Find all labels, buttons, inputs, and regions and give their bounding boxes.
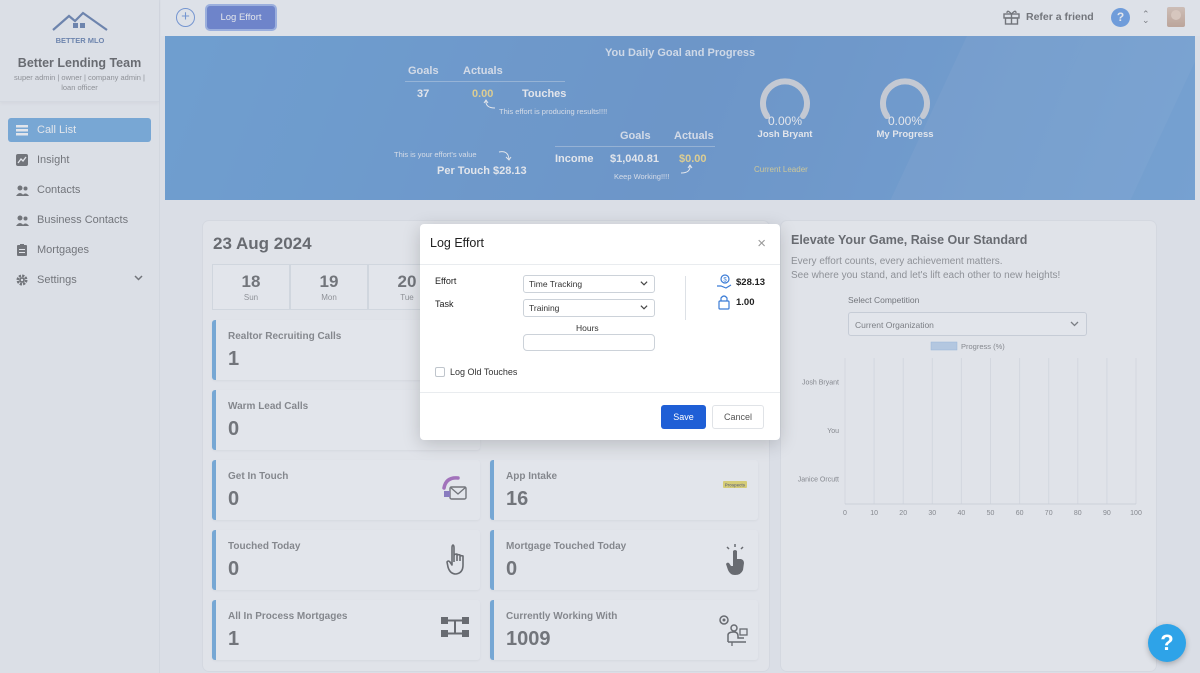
task-select[interactable]: Training [523, 299, 655, 317]
effort-label: Effort [435, 276, 457, 286]
money-hand-icon: $ [717, 274, 732, 289]
log-old-touches-label: Log Old Touches [450, 367, 518, 377]
cancel-button[interactable]: Cancel [712, 405, 764, 429]
hours-input[interactable] [523, 334, 655, 351]
divider [420, 392, 780, 393]
chevron-down-icon [640, 281, 648, 286]
log-old-touches-checkbox[interactable] [435, 367, 445, 377]
count-value: 1.00 [736, 297, 755, 308]
modal-header: Log Effort × [420, 224, 780, 265]
save-button[interactable]: Save [661, 405, 706, 429]
chevron-down-icon [640, 305, 648, 310]
effort-select[interactable]: Time Tracking [523, 275, 655, 293]
divider [685, 276, 686, 320]
hours-label: Hours [576, 323, 599, 333]
help-chat-button[interactable]: ? [1148, 624, 1186, 662]
effort-select-value: Time Tracking [529, 279, 583, 289]
modal-title: Log Effort [430, 236, 484, 250]
log-effort-modal: Log Effort × Effort Time Tracking Task T… [420, 224, 780, 440]
lock-icon [718, 295, 730, 310]
task-select-value: Training [529, 303, 560, 313]
money-value: $28.13 [736, 277, 766, 288]
close-icon[interactable]: × [757, 235, 766, 252]
task-label: Task [435, 299, 454, 309]
